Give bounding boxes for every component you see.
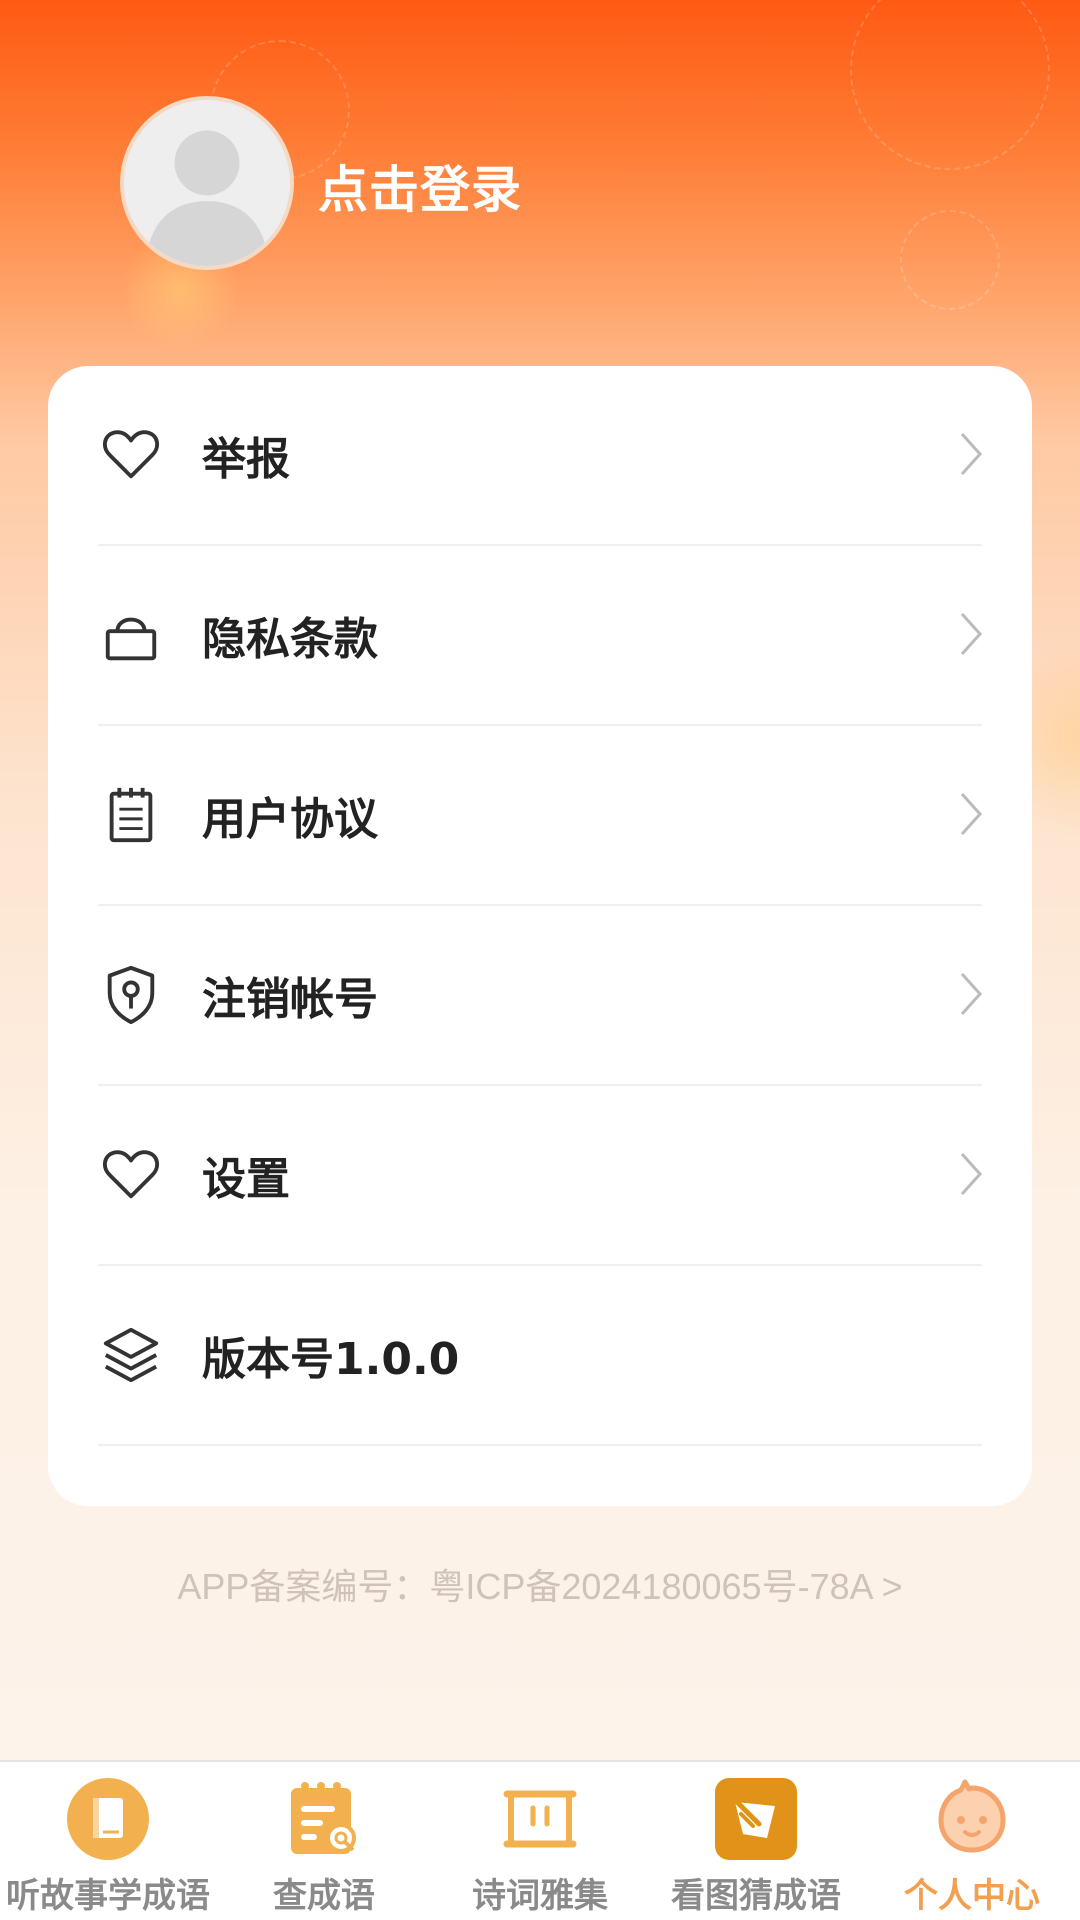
heart-icon [98, 1142, 164, 1208]
tab-label: 听故事学成语 [6, 1876, 210, 1916]
chevron-right-icon [960, 612, 983, 656]
tab-search-idioms[interactable]: 查成语 [216, 1762, 432, 1920]
heart-icon [98, 422, 164, 488]
shield-key-icon [98, 962, 164, 1028]
menu-item-label: 隐私条款 [202, 614, 378, 665]
picture-brush-icon [715, 1778, 797, 1860]
icp-record-link[interactable]: APP备案编号：粤ICP备2024180065号-78A > [0, 1558, 1080, 1610]
menu-item-report[interactable]: 举报 [98, 366, 983, 546]
menu-item-label: 注销帐号 [202, 974, 378, 1025]
book-icon [67, 1778, 149, 1860]
chevron-right-icon [960, 432, 983, 476]
menu-card: 举报 隐私条款 用户协议 注销帐号 设置 版本号1.0.0 [48, 366, 1032, 1506]
scroll-icon [503, 1790, 577, 1848]
tab-label: 个人中心 [904, 1876, 1040, 1916]
menu-item-delete-account[interactable]: 注销帐号 [98, 906, 983, 1086]
avatar[interactable] [120, 96, 294, 270]
tab-label: 看图猜成语 [671, 1876, 841, 1916]
default-user-icon [124, 100, 290, 266]
lock-icon [98, 602, 164, 668]
tab-label: 查成语 [273, 1876, 375, 1916]
tab-story-idioms[interactable]: 听故事学成语 [0, 1762, 216, 1920]
menu-item-settings[interactable]: 设置 [98, 1086, 983, 1266]
profile-header: 点击登录 [0, 0, 1080, 360]
menu-item-label: 用户协议 [202, 794, 378, 845]
chevron-right-icon [960, 1152, 983, 1196]
tab-label: 诗词雅集 [472, 1876, 608, 1916]
calendar-search-icon [291, 1782, 356, 1854]
chevron-right-icon [960, 792, 983, 836]
smiley-face-icon [938, 1779, 1006, 1853]
chevron-right-icon [960, 972, 983, 1016]
menu-item-label: 举报 [202, 434, 290, 485]
tab-poetry[interactable]: 诗词雅集 [432, 1762, 648, 1920]
menu-item-privacy[interactable]: 隐私条款 [98, 546, 983, 726]
login-link[interactable]: 点击登录 [318, 150, 522, 222]
menu-item-user-agreement[interactable]: 用户协议 [98, 726, 983, 906]
version-label: 版本号1.0.0 [202, 1334, 460, 1385]
notepad-icon [98, 782, 164, 848]
bottom-tab-bar: 听故事学成语 查成语 诗词雅集 看图猜成语 个人中心 [0, 1760, 1080, 1920]
menu-item-label: 设置 [202, 1154, 290, 1205]
tab-picture-guess[interactable]: 看图猜成语 [648, 1762, 864, 1920]
tab-profile[interactable]: 个人中心 [864, 1762, 1080, 1920]
layers-icon [98, 1322, 164, 1388]
menu-item-version: 版本号1.0.0 [98, 1266, 982, 1446]
